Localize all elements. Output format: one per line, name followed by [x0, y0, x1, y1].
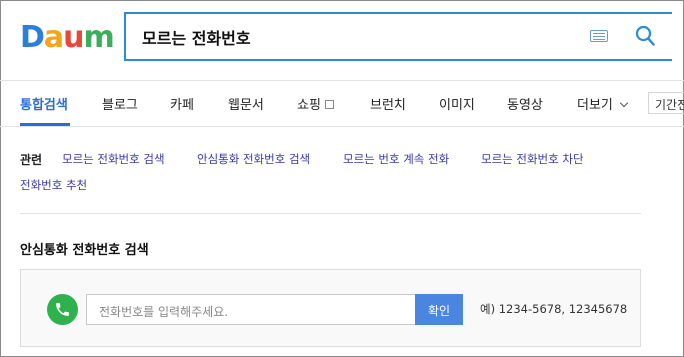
tab-more-label: 더보기	[577, 98, 613, 113]
related-search-link[interactable]: 안심통화 전화번호 검색	[197, 151, 310, 167]
search-input[interactable]: 모르는 전화번호	[142, 25, 251, 49]
tab-shopping-label: 쇼핑	[297, 98, 321, 113]
search-box[interactable]: 모르는 전화번호	[124, 12, 672, 61]
tabs-divider	[0, 126, 684, 127]
tab-blog[interactable]: 블로그	[102, 94, 138, 113]
logo-letter: m	[83, 19, 115, 55]
input-example-text: 예) 1234-5678, 12345678	[480, 302, 628, 316]
tab-video[interactable]: 동영상	[507, 94, 543, 113]
chevron-down-icon	[619, 98, 629, 108]
related-search-link[interactable]: 모르는 전화번호 검색	[62, 151, 165, 167]
search-tabs: 통합검색 블로그 카페 웹문서 쇼핑 브런치 이미지 동영상 더보기 기간전체	[0, 81, 684, 126]
daum-logo[interactable]: Daum	[20, 19, 115, 55]
shopping-checkbox-icon	[324, 100, 334, 109]
related-searches-title: 관련	[20, 153, 43, 167]
tab-web-docs[interactable]: 웹문서	[228, 94, 264, 113]
tab-shopping[interactable]: 쇼핑	[297, 94, 334, 113]
section-divider	[20, 213, 641, 214]
safe-call-title: 안심통화 전화번호 검색	[20, 243, 149, 258]
period-filter-button[interactable]: 기간전체	[648, 92, 684, 114]
confirm-button[interactable]: 확인	[415, 294, 463, 325]
safe-call-box: 전화번호를 입력해주세요. 확인 예) 1234-5678, 12345678	[20, 269, 641, 347]
tab-brunch[interactable]: 브런치	[370, 94, 406, 113]
related-search-link[interactable]: 모르는 전화번호 차단	[481, 151, 584, 167]
related-search-link[interactable]: 모르는 번호 계속 전화	[343, 151, 449, 167]
tab-images[interactable]: 이미지	[439, 94, 475, 113]
tab-more[interactable]: 더보기	[577, 94, 629, 113]
logo-letter: a	[43, 19, 64, 55]
logo-letter: D	[20, 19, 45, 55]
search-icon[interactable]	[635, 25, 655, 47]
phone-icon	[47, 294, 78, 325]
tab-cafe[interactable]: 카페	[170, 94, 194, 113]
tab-integrated-search[interactable]: 통합검색	[20, 94, 68, 113]
logo-letter: u	[63, 19, 84, 55]
keyboard-icon[interactable]	[590, 30, 608, 42]
phone-number-input[interactable]: 전화번호를 입력해주세요.	[86, 294, 416, 325]
related-search-link[interactable]: 전화번호 추천	[20, 177, 87, 193]
